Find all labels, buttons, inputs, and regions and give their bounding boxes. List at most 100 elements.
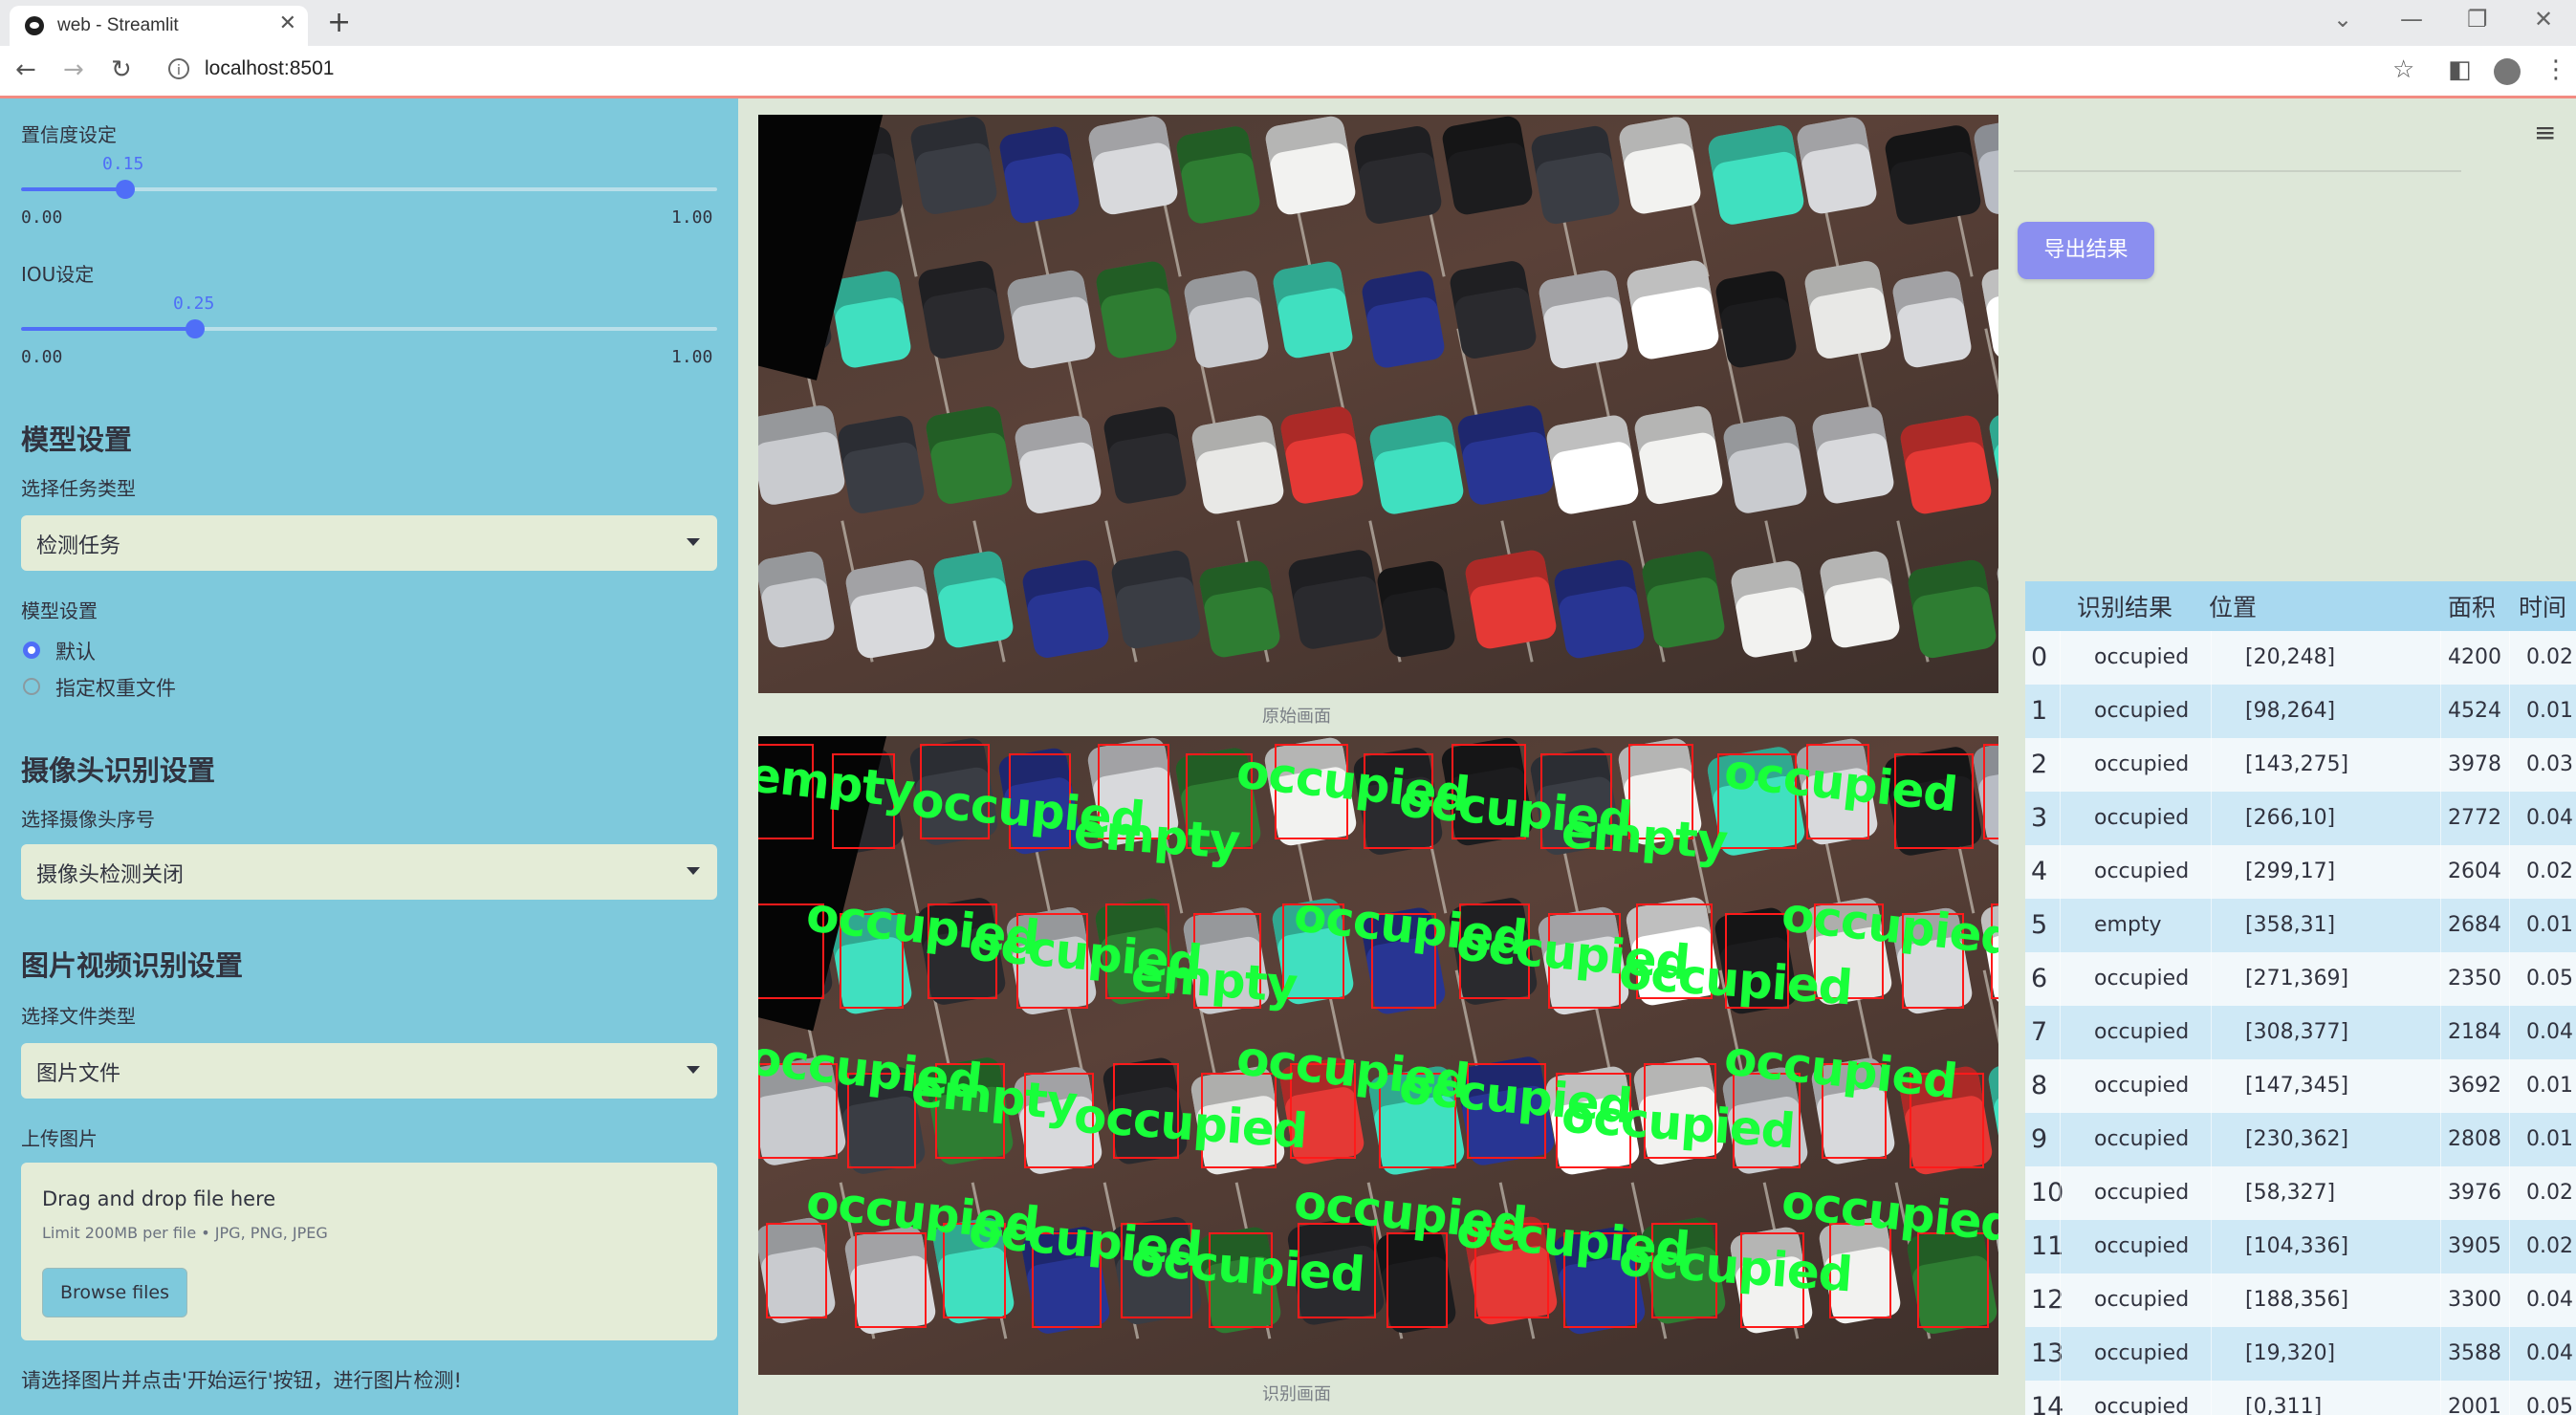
column-divider [2211, 1220, 2212, 1274]
window-close-icon[interactable]: ✕ [2534, 6, 2553, 33]
iou-value: 0.25 [173, 294, 215, 314]
table-row[interactable]: 9 occupied [230,362] 2808 0.01 [2025, 1113, 2576, 1166]
table-row[interactable]: 11 occupied [104,336] 3905 0.02 [2025, 1220, 2576, 1274]
dropzone-limit: Limit 200MB per file • JPG, PNG, JPEG [42, 1224, 328, 1242]
table-row[interactable]: 2 occupied [143,275] 3978 0.03 [2025, 738, 2576, 792]
camera-index-select[interactable]: 摄像头检测关闭 [21, 844, 717, 900]
tab-title: web - Streamlit [57, 15, 179, 35]
table-cell: 0.02 [2526, 645, 2573, 669]
camera-settings-heading: 摄像头识别设置 [21, 754, 216, 787]
confidence-min: 0.00 [21, 207, 63, 228]
tab-close-icon[interactable]: ✕ [279, 11, 296, 35]
side-panel-icon[interactable]: ◧ [2448, 55, 2472, 84]
table-header-cell[interactable]: 时间 [2519, 581, 2566, 635]
browse-files-button[interactable]: Browse files [42, 1268, 187, 1317]
file-type-select[interactable]: 图片文件 [21, 1043, 717, 1099]
car [1020, 557, 1111, 660]
column-divider [2211, 1274, 2212, 1327]
table-row[interactable]: 0 occupied [20,248] 4200 0.02 [2025, 631, 2576, 685]
table-cell: occupied [2094, 860, 2190, 883]
browser-menu-icon[interactable]: ⋮ [2543, 55, 2568, 84]
radio-default[interactable] [23, 642, 40, 659]
table-header-cell[interactable]: 位置 [2209, 581, 2257, 635]
table-cell: 2772 [2448, 806, 2501, 830]
table-row[interactable]: 12 occupied [188,356] 3300 0.04 [2025, 1274, 2576, 1327]
table-cell: 2001 [2448, 1395, 2501, 1415]
table-row[interactable]: 13 occupied [19,320] 3588 0.04 [2025, 1327, 2576, 1381]
new-tab-icon[interactable]: + [327, 6, 351, 39]
table-row[interactable]: 6 occupied [271,369] 2350 0.05 [2025, 952, 2576, 1006]
table-cell: 2184 [2448, 1020, 2501, 1044]
table-header-cell[interactable]: 识别结果 [2077, 581, 2172, 635]
radio-custom-weights[interactable] [23, 678, 40, 695]
detection-box [854, 1232, 928, 1328]
results-table[interactable]: 识别结果 位置 面积 时间 0 occupied [20,248] 4200 0.02 1 occu… [2025, 581, 2576, 1415]
table-row[interactable]: 14 occupied [0,311] 2001 0.05 [2025, 1381, 2576, 1415]
iou-slider[interactable] [21, 319, 717, 338]
column-divider [2211, 899, 2212, 952]
table-cell: 3 [2031, 803, 2048, 833]
minimize-icon[interactable]: — [2400, 6, 2423, 33]
table-cell: 4524 [2448, 699, 2501, 723]
original-image [758, 115, 1998, 693]
iou-slider-thumb[interactable] [186, 319, 205, 338]
star-icon[interactable]: ☆ [2392, 55, 2414, 84]
back-icon[interactable]: ← [15, 55, 36, 84]
table-cell: occupied [2094, 1127, 2190, 1151]
car [1093, 259, 1179, 360]
table-cell: 0.01 [2526, 1074, 2573, 1098]
table-row[interactable]: 1 occupied [98,264] 4524 0.01 [2025, 685, 2576, 738]
column-divider [2211, 1059, 2212, 1113]
column-divider [2060, 1113, 2061, 1166]
table-cell: occupied [2094, 699, 2190, 723]
hamburger-icon[interactable]: ≡ [2534, 117, 2556, 148]
task-type-label: 选择任务类型 [21, 477, 136, 500]
chevron-down-icon [687, 538, 700, 546]
table-header-cell[interactable]: 面积 [2448, 581, 2496, 635]
column-divider [2440, 845, 2441, 899]
car [924, 403, 1015, 506]
table-row[interactable]: 3 occupied [266,10] 2772 0.04 [2025, 792, 2576, 845]
column-divider [2440, 899, 2441, 952]
table-row[interactable]: 8 occupied [147,345] 3692 0.01 [2025, 1059, 2576, 1113]
table-cell: 3976 [2448, 1181, 2501, 1205]
column-divider [2060, 685, 2061, 738]
table-cell: occupied [2094, 1074, 2190, 1098]
detection-box [1983, 744, 1998, 839]
table-cell: 0.04 [2526, 806, 2573, 830]
table-row[interactable]: 7 occupied [308,377] 2184 0.04 [2025, 1006, 2576, 1059]
car [836, 413, 926, 515]
iou-min: 0.00 [21, 347, 63, 367]
radio-custom-weights-label[interactable]: 指定权重文件 [55, 673, 176, 702]
task-type-select[interactable]: 检测任务 [21, 515, 717, 571]
column-divider [2211, 792, 2212, 845]
car [1529, 123, 1622, 227]
reload-icon[interactable]: ↻ [111, 55, 132, 84]
table-cell: 0.02 [2526, 860, 2573, 883]
car [828, 269, 913, 370]
export-results-button[interactable]: 导出结果 [2018, 222, 2154, 279]
table-row[interactable]: 5 empty [358,31] 2684 0.01 [2025, 899, 2576, 952]
tab-search-chevron-icon[interactable]: ⌄ [2333, 6, 2352, 33]
file-uploader-dropzone[interactable]: Drag and drop file here Limit 200MB per … [21, 1163, 717, 1340]
table-cell: [104,336] [2245, 1234, 2349, 1258]
column-divider [2440, 1166, 2441, 1220]
column-divider [2440, 1274, 2441, 1327]
forward-icon[interactable]: → [63, 55, 84, 84]
table-row[interactable]: 4 occupied [299,17] 2604 0.02 [2025, 845, 2576, 899]
car [1374, 558, 1457, 659]
column-divider [2060, 1381, 2061, 1415]
table-row[interactable]: 10 occupied [58,327] 3976 0.02 [2025, 1166, 2576, 1220]
address-bar[interactable]: localhost:8501 [205, 57, 334, 80]
confidence-slider[interactable] [21, 180, 717, 199]
browser-tab[interactable]: web - Streamlit ✕ [10, 6, 308, 46]
confidence-slider-thumb[interactable] [116, 180, 136, 199]
restore-icon[interactable]: ❐ [2467, 6, 2488, 33]
column-divider [2509, 952, 2510, 1006]
profile-avatar[interactable] [2494, 58, 2521, 85]
radio-default-label[interactable]: 默认 [55, 637, 96, 665]
site-info-icon[interactable]: i [168, 58, 189, 79]
confidence-slider-fill [21, 187, 126, 191]
table-cell: [20,248] [2245, 645, 2336, 669]
dropzone-title: Drag and drop file here [42, 1187, 276, 1210]
